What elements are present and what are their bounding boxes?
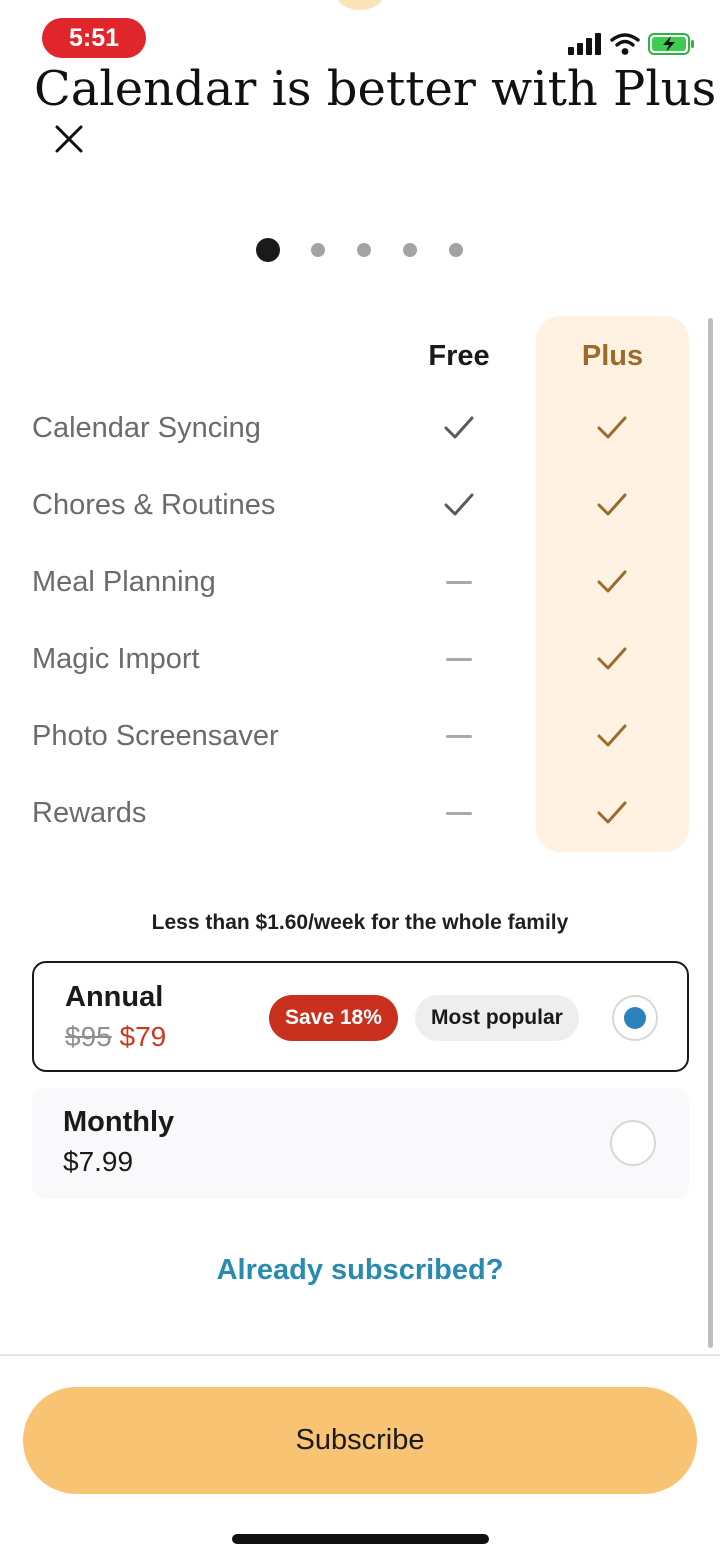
checkmark-icon <box>597 416 627 439</box>
carousel-indicator <box>0 236 720 264</box>
radio-selected-dot <box>624 1007 646 1029</box>
annual-new-price: $79 <box>119 1021 167 1052</box>
feature-label: Chores & Routines <box>32 489 276 521</box>
annual-radio-button[interactable] <box>612 995 658 1041</box>
free-availability <box>439 566 479 598</box>
monthly-plan-price: $7.99 <box>63 1146 134 1177</box>
free-availability <box>439 412 479 444</box>
feature-row: Chores & Routines <box>0 475 720 535</box>
carousel-dot[interactable] <box>357 243 371 257</box>
dynamic-island-indicator <box>336 0 384 10</box>
monthly-plan-name: Monthly <box>63 1106 175 1138</box>
close-button[interactable] <box>50 120 88 158</box>
feature-label: Rewards <box>32 797 147 829</box>
battery-charging-icon <box>648 33 694 55</box>
checkmark-icon <box>444 493 474 516</box>
feature-row: Photo Screensaver <box>0 706 720 766</box>
feature-row: Meal Planning <box>0 552 720 612</box>
checkmark-icon <box>597 647 627 670</box>
footer-divider <box>0 1354 720 1356</box>
dash-icon <box>446 580 472 584</box>
dash-icon <box>446 657 472 661</box>
plus-availability <box>592 412 632 444</box>
annual-plan-price: $95 $79 <box>65 1019 166 1055</box>
already-subscribed-link[interactable]: Already subscribed? <box>0 1250 720 1290</box>
feature-row: Rewards <box>0 783 720 843</box>
carousel-dot[interactable] <box>311 243 325 257</box>
checkmark-icon <box>444 416 474 439</box>
status-time: 5:51 <box>42 18 146 58</box>
most-popular-badge: Most popular <box>415 995 579 1041</box>
carousel-dot[interactable] <box>256 238 280 262</box>
subscribe-button[interactable]: Subscribe <box>23 1387 697 1494</box>
save-badge: Save 18% <box>269 995 398 1041</box>
annual-plan-option[interactable]: Annual $95 $79 Save 18% Most popular <box>32 961 689 1072</box>
feature-label: Meal Planning <box>32 566 216 598</box>
free-column-header: Free <box>428 340 490 372</box>
annual-old-price: $95 <box>65 1021 112 1052</box>
price-tagline: Less than $1.60/week for the whole famil… <box>151 911 569 934</box>
dash-icon <box>446 734 472 738</box>
dash-icon <box>446 811 472 815</box>
feature-row: Magic Import <box>0 629 720 689</box>
plus-availability <box>592 643 632 675</box>
feature-row: Calendar Syncing <box>0 398 720 458</box>
checkmark-icon <box>597 801 627 824</box>
plus-column-header: Plus <box>581 340 644 372</box>
monthly-plan-option[interactable]: Monthly $7.99 <box>32 1088 689 1199</box>
plus-availability <box>592 720 632 752</box>
checkmark-icon <box>597 724 627 747</box>
carousel-dot[interactable] <box>403 243 417 257</box>
page-title: Calendar is better with Plus <box>34 61 717 117</box>
checkmark-icon <box>597 570 627 593</box>
free-availability <box>439 489 479 521</box>
plus-availability <box>592 566 632 598</box>
plus-availability <box>592 797 632 829</box>
feature-label: Magic Import <box>32 643 200 675</box>
free-availability <box>439 720 479 752</box>
annual-plan-name: Annual <box>65 981 164 1013</box>
wifi-icon <box>610 33 640 55</box>
feature-label: Calendar Syncing <box>32 412 261 444</box>
feature-label: Photo Screensaver <box>32 720 279 752</box>
close-icon <box>55 125 83 153</box>
checkmark-icon <box>597 493 627 516</box>
carousel-dot[interactable] <box>449 243 463 257</box>
free-availability <box>439 797 479 829</box>
signal-icon <box>568 33 601 55</box>
home-indicator[interactable] <box>232 1534 489 1544</box>
free-availability <box>439 643 479 675</box>
monthly-radio-button[interactable] <box>610 1120 656 1166</box>
plus-availability <box>592 489 632 521</box>
status-icons <box>568 28 696 60</box>
